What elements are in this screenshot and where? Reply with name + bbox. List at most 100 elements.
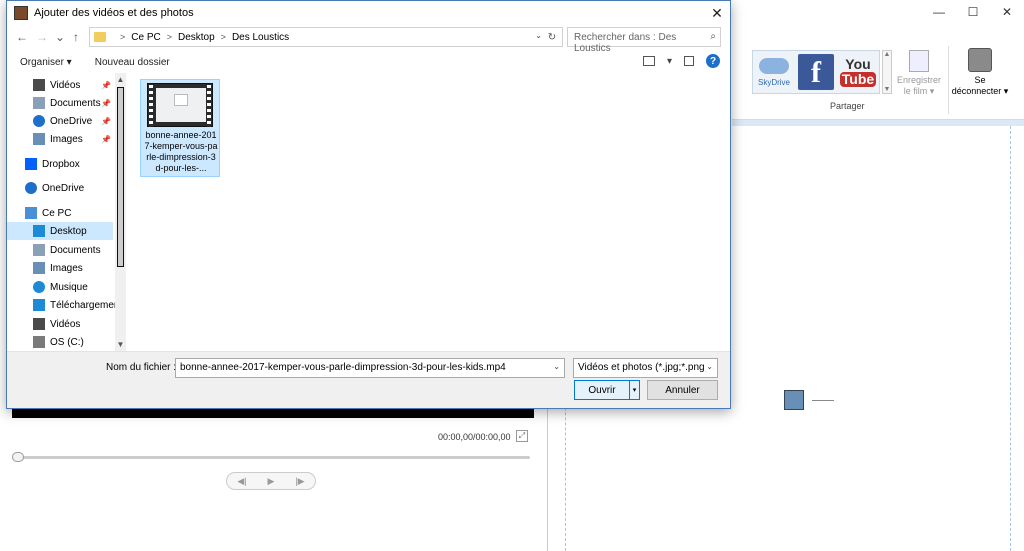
sidebar-item-onedrive[interactable]: OneDrive <box>7 179 113 197</box>
music-folder-icon <box>33 281 45 293</box>
play-icon[interactable]: ▶ <box>268 476 275 487</box>
playback-time: 00:00,00/00:00,00 <box>438 432 511 442</box>
save-movie-label: Enregistrer le film ▾ <box>896 75 941 96</box>
sidebar-item-documents-quick[interactable]: Documents 📌 <box>7 94 113 112</box>
pin-icon: 📌 <box>101 116 111 126</box>
view-options-dropdown[interactable]: ▾ <box>667 56 672 67</box>
storyboard-border-right <box>1010 126 1011 551</box>
share-group-label: Partager <box>830 101 865 111</box>
images-folder-icon <box>33 262 45 274</box>
navigation-bar: ← → ⌄ ↑ > Ce PC > Desktop > Des Loustics… <box>7 27 730 54</box>
preview-pane-icon[interactable] <box>684 56 694 66</box>
facebook-button[interactable]: f <box>795 51 837 93</box>
add-media-dialog: Ajouter des vidéos et des photos ✕ ← → ⌄… <box>6 0 731 409</box>
minimize-button[interactable]: — <box>922 0 956 24</box>
close-window-button[interactable]: ✕ <box>990 0 1024 24</box>
pane-splitter[interactable] <box>547 400 548 551</box>
up-button[interactable]: ↑ <box>69 29 83 45</box>
previous-frame-icon[interactable]: ◀| <box>237 476 246 487</box>
skydrive-label: SkyDrive <box>757 77 790 87</box>
clip-placeholder-line <box>812 400 834 401</box>
sidebar-item-documents[interactable]: Documents <box>7 241 113 259</box>
open-button[interactable]: Ouvrir ▾ <box>574 380 640 400</box>
organize-button[interactable]: Organiser ▾ <box>20 57 72 68</box>
youtube-button[interactable]: You Tube <box>837 51 879 93</box>
sidebar-item-dropbox[interactable]: Dropbox <box>7 155 113 173</box>
sidebar-item-this-pc[interactable]: Ce PC <box>7 204 113 222</box>
sidebar-item-downloads[interactable]: Téléchargement <box>7 296 122 314</box>
chevron-down-icon[interactable]: ▼ <box>884 86 891 93</box>
dialog-footer: Nom du fichier : bonne-annee-2017-kemper… <box>7 351 730 408</box>
skydrive-button[interactable]: SkyDrive <box>753 51 795 93</box>
sidebar-item-videos[interactable]: Vidéos <box>7 315 113 333</box>
media-clip-icon[interactable] <box>784 390 804 410</box>
video-folder-icon <box>33 318 45 330</box>
seek-bar[interactable] <box>12 456 530 459</box>
window-controls: — ☐ ✕ <box>922 0 1024 24</box>
dropbox-icon <box>25 158 37 170</box>
file-type-select[interactable]: Vidéos et photos (*.jpg;*.png;*. ⌄ <box>573 358 718 378</box>
breadcrumb-this-pc[interactable]: Ce PC <box>131 32 160 43</box>
help-icon[interactable]: ? <box>706 54 720 68</box>
search-input[interactable]: Rechercher dans : Des Loustics ⌕ <box>567 27 721 54</box>
save-movie-icon <box>909 50 929 72</box>
new-folder-button[interactable]: Nouveau dossier <box>95 57 170 68</box>
scroll-down-icon[interactable]: ▼ <box>115 340 126 349</box>
filename-label: Nom du fichier : <box>106 362 177 373</box>
address-dropdown-icon[interactable]: ⌄ <box>535 31 542 40</box>
file-name: bonne-annee-2017-kemper-vous-parle-dimpr… <box>144 130 218 173</box>
refresh-icon[interactable]: ↻ <box>545 30 559 44</box>
sidebar-item-music[interactable]: Musique <box>7 278 113 296</box>
documents-folder-icon <box>33 97 45 109</box>
open-dropdown-icon[interactable]: ▾ <box>629 381 639 399</box>
cancel-button[interactable]: Annuler <box>647 380 718 400</box>
computer-icon <box>25 207 37 219</box>
images-folder-icon <box>33 133 45 145</box>
next-frame-icon[interactable]: |▶ <box>295 476 304 487</box>
forward-button[interactable]: → <box>35 29 49 45</box>
ribbon-divider <box>732 120 1024 126</box>
scroll-up-icon[interactable]: ▲ <box>115 75 126 84</box>
youtube-icon: You Tube <box>839 56 877 87</box>
playback-controls: ◀| ▶ |▶ <box>226 472 316 490</box>
folder-icon <box>94 32 106 42</box>
video-thumbnail-icon <box>147 83 213 127</box>
sidebar-item-videos-quick[interactable]: Vidéos 📌 <box>7 76 113 94</box>
breadcrumb-des-loustics[interactable]: Des Loustics <box>232 32 289 43</box>
filename-input[interactable]: bonne-annee-2017-kemper-vous-parle-dimpr… <box>175 358 565 378</box>
pin-icon: 📌 <box>101 134 111 144</box>
desktop-folder-icon <box>33 225 45 237</box>
navigation-pane-scrollbar[interactable]: ▲ ▼ <box>115 73 126 351</box>
save-movie-button[interactable]: Enregistrer le film ▾ <box>896 50 942 97</box>
expand-icon[interactable]: ⤢ <box>516 430 528 442</box>
sidebar-item-os-drive[interactable]: OS (C:) <box>7 333 113 351</box>
sidebar-item-onedrive-quick[interactable]: OneDrive 📌 <box>7 112 113 130</box>
back-button[interactable]: ← <box>15 29 29 45</box>
address-bar[interactable]: > Ce PC > Desktop > Des Loustics ⌄ ↻ <box>89 27 563 47</box>
maximize-button[interactable]: ☐ <box>956 0 990 24</box>
file-item[interactable]: bonne-annee-2017-kemper-vous-parle-dimpr… <box>140 79 220 177</box>
video-preview <box>12 408 534 418</box>
seek-thumb[interactable] <box>12 452 24 462</box>
view-options-icon[interactable] <box>642 56 655 66</box>
chevron-down-icon[interactable]: ⌄ <box>553 362 560 371</box>
recent-locations-button[interactable]: ⌄ <box>53 29 67 45</box>
scrollbar-thumb[interactable] <box>117 87 124 267</box>
chevron-down-icon[interactable]: ⌄ <box>704 362 713 371</box>
share-gallery-scroll[interactable]: ▲ ▼ <box>882 50 892 94</box>
onedrive-icon <box>33 115 45 127</box>
sidebar-item-images-quick[interactable]: Images 📌 <box>7 130 113 148</box>
chevron-up-icon[interactable]: ▲ <box>884 51 891 58</box>
share-gallery: SkyDrive f You Tube <box>752 50 880 94</box>
close-dialog-button[interactable]: ✕ <box>708 4 726 22</box>
sign-out-button[interactable]: Se déconnecter ▾ <box>950 48 1010 97</box>
ribbon-separator <box>948 46 949 114</box>
navigation-pane: Vidéos 📌 Documents 📌 OneDrive 📌 Images 📌… <box>7 73 127 351</box>
search-icon[interactable]: ⌕ <box>710 31 716 42</box>
user-icon <box>968 48 992 72</box>
pin-icon: 📌 <box>101 98 111 108</box>
sidebar-item-images[interactable]: Images <box>7 259 113 277</box>
breadcrumb-desktop[interactable]: Desktop <box>178 32 215 43</box>
sidebar-item-desktop[interactable]: Desktop <box>7 222 113 240</box>
file-list: bonne-annee-2017-kemper-vous-parle-dimpr… <box>127 73 730 351</box>
